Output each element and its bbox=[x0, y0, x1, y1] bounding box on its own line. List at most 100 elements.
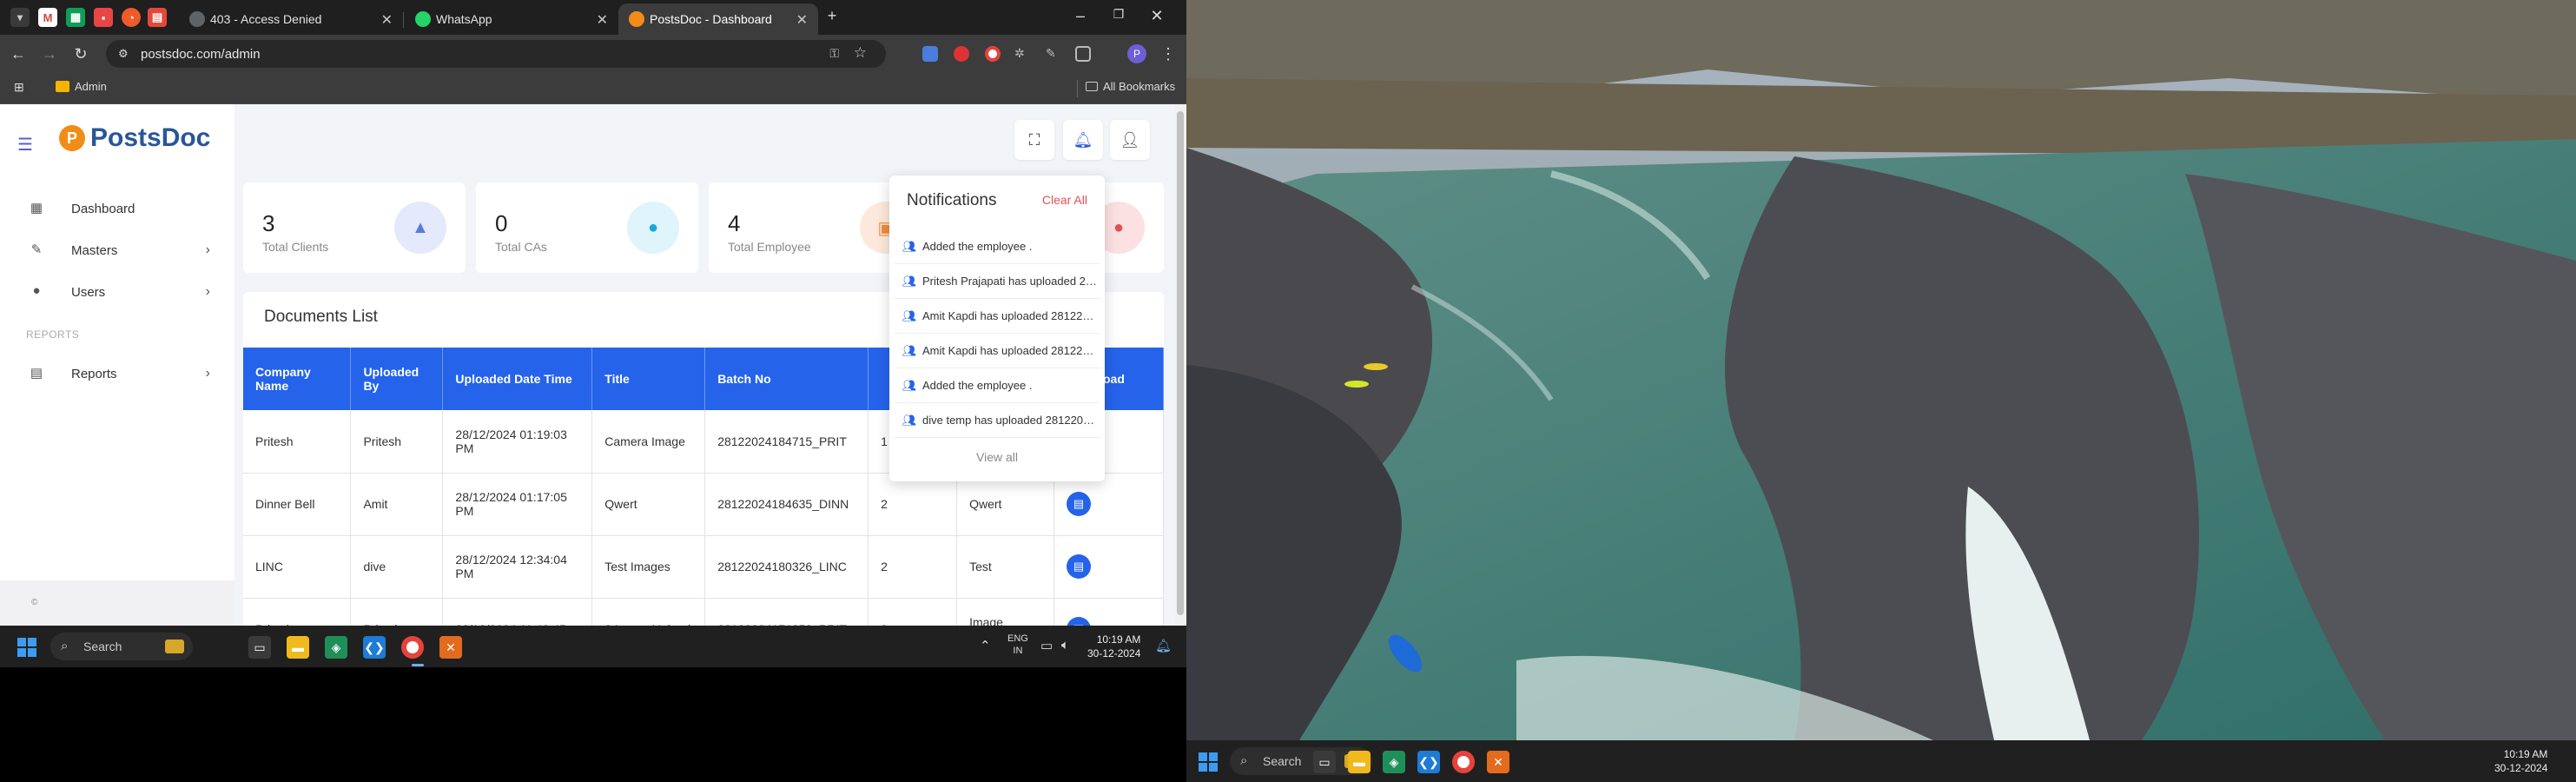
app-logo[interactable]: P PostsDoc bbox=[59, 123, 210, 153]
xampp-icon[interactable]: ✕ bbox=[1487, 751, 1509, 773]
sheets-icon[interactable]: ▦ bbox=[66, 8, 85, 27]
cell-batch: 28122024184635_DINN bbox=[704, 473, 869, 536]
windows-start-icon[interactable] bbox=[1199, 752, 1218, 772]
chrome-extension-icon[interactable] bbox=[985, 46, 1001, 62]
stat-card-cas[interactable]: 0 Total CAs ● bbox=[476, 182, 698, 273]
chrome-icon[interactable] bbox=[1452, 751, 1475, 773]
cell-count: 3 bbox=[868, 598, 958, 626]
view-all-link[interactable]: View all bbox=[889, 450, 1105, 464]
language-indicator[interactable]: ENG IN bbox=[1007, 633, 1028, 657]
pen-extension-icon[interactable]: ✎ bbox=[1046, 46, 1061, 62]
restore-icon[interactable]: ❐ bbox=[1108, 7, 1129, 22]
chevron-up-icon[interactable]: ⌃ bbox=[980, 638, 991, 653]
clear-all-link[interactable]: Clear All bbox=[1042, 193, 1087, 207]
password-key-icon[interactable]: ⚿ bbox=[829, 46, 839, 61]
vscode-icon[interactable]: ❮❯ bbox=[1417, 751, 1440, 773]
taskbar-search[interactable]: ⌕ Search bbox=[50, 633, 193, 660]
col-uploaded-by[interactable]: Uploaded By bbox=[350, 348, 444, 410]
scrollbar-thumb[interactable] bbox=[1177, 111, 1184, 615]
sidebar-item-masters[interactable]: ✎ Masters › bbox=[28, 242, 210, 259]
download-button[interactable]: ▤ bbox=[1066, 492, 1091, 516]
address-bar[interactable]: ⚙ postsdoc.com/admin ⚿ ☆ bbox=[106, 40, 886, 68]
tab-postsdoc[interactable]: PostsDoc - Dashboard ✕ bbox=[618, 3, 818, 35]
task-view-icon[interactable]: ▭ bbox=[1313, 751, 1336, 773]
clock[interactable]: 10:19 AM 30-12-2024 bbox=[2494, 747, 2547, 775]
sidebar-item-label: Reports bbox=[71, 366, 117, 381]
col-company[interactable]: Company Name bbox=[243, 348, 352, 410]
minimize-icon[interactable]: – bbox=[1070, 7, 1091, 25]
cell-count: 2 bbox=[868, 473, 958, 536]
file-explorer-icon[interactable]: ▬ bbox=[287, 636, 309, 659]
close-icon[interactable]: ✕ bbox=[381, 11, 393, 29]
notification-item[interactable]: 👥︎ Added the employee . bbox=[895, 229, 1100, 264]
pinned-app-icon[interactable]: ◔ bbox=[122, 8, 141, 27]
file-explorer-icon[interactable]: ▬ bbox=[1348, 751, 1371, 773]
cell-batch: 28122024171252_PRIT bbox=[704, 598, 869, 626]
fullscreen-button[interactable]: ⛶ bbox=[1014, 120, 1054, 160]
task-view-icon[interactable]: ▭ bbox=[248, 636, 271, 659]
gmail-icon[interactable]: M bbox=[38, 8, 57, 27]
notification-bell-icon[interactable]: 🔔︎ bbox=[1155, 638, 1172, 653]
windows-start-icon[interactable] bbox=[17, 638, 36, 657]
sidebar-toggle-icon[interactable]: ☰ bbox=[17, 134, 33, 156]
active-app-indicator bbox=[412, 664, 424, 666]
vscode-icon[interactable]: ❮❯ bbox=[363, 636, 386, 659]
profile-button[interactable]: 👤︎ bbox=[1110, 120, 1150, 160]
reload-icon[interactable]: ↻ bbox=[71, 44, 90, 63]
col-title[interactable]: Title bbox=[591, 348, 706, 410]
close-icon[interactable]: ✕ bbox=[796, 11, 808, 29]
forward-icon[interactable]: → bbox=[40, 44, 59, 63]
android-studio-icon[interactable]: ◈ bbox=[325, 636, 347, 659]
close-icon[interactable]: ✕ bbox=[597, 11, 608, 29]
users-icon: 👥︎ bbox=[902, 274, 917, 288]
back-icon[interactable]: ← bbox=[9, 44, 28, 63]
extension-icon[interactable] bbox=[954, 46, 969, 62]
all-bookmarks[interactable]: All Bookmarks bbox=[1086, 80, 1175, 93]
notification-item[interactable]: 👥︎ dive temp has uploaded 28122024171252_… bbox=[895, 403, 1100, 438]
volume-icon[interactable]: 🔈︎ bbox=[1061, 638, 1069, 653]
sidebar-item-dashboard[interactable]: ▦ Dashboard bbox=[28, 200, 210, 217]
display-icon[interactable]: ▭ bbox=[1040, 638, 1053, 653]
menu-kebab-icon[interactable]: ⋮ bbox=[1159, 44, 1178, 63]
site-info-icon[interactable]: ⚙ bbox=[118, 47, 132, 61]
new-tab-button[interactable]: + bbox=[822, 7, 842, 25]
bookmark-star-icon[interactable]: ☆ bbox=[854, 44, 867, 62]
pinned-doc-icon[interactable]: ▤ bbox=[148, 8, 167, 27]
bug-extension-icon[interactable]: ✲ bbox=[1014, 46, 1030, 62]
extensions-puzzle-icon[interactable] bbox=[1075, 46, 1091, 62]
sidebar-item-users[interactable]: ● Users › bbox=[28, 283, 210, 301]
notification-item[interactable]: 👥︎ Pritesh Prajapati has uploaded 2812202… bbox=[895, 264, 1100, 299]
notification-item[interactable]: 👥︎ Amit Kapdi has uploaded 28122024180326… bbox=[895, 334, 1100, 368]
profile-avatar[interactable]: P bbox=[1127, 44, 1146, 63]
android-studio-icon[interactable]: ◈ bbox=[1383, 751, 1405, 773]
close-window-icon[interactable]: ✕ bbox=[1146, 7, 1167, 25]
translate-extension-icon[interactable] bbox=[922, 46, 938, 62]
page-scrollbar[interactable] bbox=[1174, 104, 1186, 626]
chrome-icon[interactable] bbox=[401, 636, 424, 659]
search-placeholder: Search bbox=[83, 640, 122, 653]
cell-title: Qwert bbox=[591, 473, 706, 536]
app-icon[interactable]: ▪ bbox=[94, 8, 113, 27]
col-batch[interactable]: Batch No bbox=[704, 348, 869, 410]
tab-access-denied[interactable]: 403 - Access Denied ✕ bbox=[179, 3, 403, 35]
whatsapp-icon bbox=[415, 11, 431, 27]
xampp-icon[interactable]: ✕ bbox=[439, 636, 462, 659]
notifications-button[interactable]: 🔔︎ bbox=[1063, 120, 1103, 160]
download-button[interactable]: ▤ bbox=[1066, 554, 1091, 579]
notification-item[interactable]: 👥︎ Amit Kapdi has uploaded 28122024184635… bbox=[895, 299, 1100, 334]
col-uploaded-date[interactable]: Uploaded Date Time bbox=[442, 348, 593, 410]
tab-search-icon[interactable]: ▾ bbox=[10, 8, 30, 27]
bookmark-label: Admin bbox=[75, 80, 107, 93]
browser-window: ▾ M ▦ ▪ ◔ ▤ 403 - Access Denied ✕ WhatsA… bbox=[0, 0, 1186, 626]
apps-grid-icon[interactable]: ⊞ bbox=[14, 80, 24, 95]
notification-item[interactable]: 👥︎ Added the employee . bbox=[895, 368, 1100, 403]
clock[interactable]: 10:19 AM 30-12-2024 bbox=[1087, 633, 1140, 660]
tab-strip: ▾ M ▦ ▪ ◔ ▤ 403 - Access Denied ✕ WhatsA… bbox=[0, 0, 1186, 35]
bookmark-divider bbox=[1077, 80, 1078, 97]
tab-whatsapp[interactable]: WhatsApp ✕ bbox=[405, 3, 618, 35]
sidebar-item-reports[interactable]: ▤ Reports › bbox=[28, 365, 210, 382]
bookmark-admin[interactable]: Admin bbox=[56, 80, 107, 93]
cell-download: ▤ bbox=[1054, 598, 1165, 626]
download-button[interactable]: ▤ bbox=[1066, 617, 1091, 626]
stat-card-clients[interactable]: 3 Total Clients ▲ bbox=[243, 182, 466, 273]
